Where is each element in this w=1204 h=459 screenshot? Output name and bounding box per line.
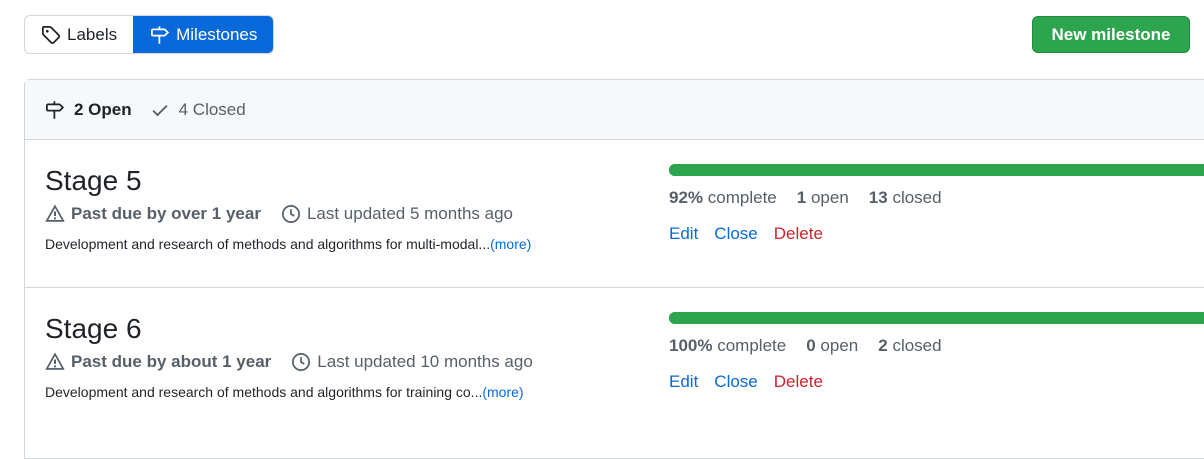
milestone-icon xyxy=(46,100,65,119)
tag-icon xyxy=(42,25,61,44)
milestone-item: Stage 6 Past due by about 1 year Last up… xyxy=(25,288,1204,436)
edit-link[interactable]: Edit xyxy=(669,224,698,244)
check-icon xyxy=(152,104,168,116)
milestone-description: Development and research of methods and … xyxy=(45,236,531,252)
open-issues-count: 1 xyxy=(796,188,807,207)
percent-complete: 100% complete xyxy=(669,336,786,356)
due-status: Past due by about 1 year xyxy=(71,352,272,371)
alert-icon xyxy=(45,204,65,222)
closed-word: closed xyxy=(892,188,942,207)
percent-complete: 92% complete xyxy=(669,188,777,208)
milestone-actions: Edit Close Delete xyxy=(669,372,823,392)
milestone-meta: Past due by over 1 year Last updated 5 m… xyxy=(45,204,513,224)
percent-value: 92% xyxy=(669,188,704,207)
clock-icon xyxy=(281,205,300,223)
alert-icon xyxy=(45,352,65,370)
milestone-meta: Past due by about 1 year Last updated 10… xyxy=(45,352,533,372)
clock-icon xyxy=(292,353,311,371)
close-link[interactable]: Close xyxy=(714,224,757,244)
closed-issues[interactable]: 2 closed xyxy=(878,336,941,356)
new-milestone-button[interactable]: New milestone xyxy=(1032,16,1190,53)
close-link[interactable]: Close xyxy=(714,372,757,392)
milestone-title[interactable]: Stage 5 xyxy=(45,164,142,198)
milestone-stats: 92% complete 1 open 13 closed xyxy=(669,188,942,208)
labels-milestones-subnav: Labels Milestones xyxy=(24,15,275,54)
progress-fill xyxy=(669,312,1204,324)
closed-issues[interactable]: 13 closed xyxy=(869,188,942,208)
percent-value: 100% xyxy=(669,336,713,355)
progress-fill xyxy=(669,164,1185,176)
complete-word: complete xyxy=(717,336,787,355)
milestone-item: Stage 5 Past due by over 1 year Last upd… xyxy=(25,140,1204,288)
last-updated: Last updated 5 months ago xyxy=(306,204,513,223)
open-count-label: 2 Open xyxy=(74,99,132,119)
complete-word: complete xyxy=(707,188,777,207)
open-issues[interactable]: 0 open xyxy=(806,336,858,356)
labels-tab-label: Labels xyxy=(67,24,118,44)
more-link[interactable]: (more) xyxy=(482,384,523,400)
open-issues[interactable]: 1 open xyxy=(797,188,849,208)
delete-link[interactable]: Delete xyxy=(774,224,823,244)
delete-link[interactable]: Delete xyxy=(774,372,823,392)
milestone-stats: 100% complete 0 open 2 closed xyxy=(669,336,942,356)
progress-bar xyxy=(669,312,1204,324)
milestones-list: 2 Open 4 Closed Stage 5 Past due by over… xyxy=(24,79,1204,459)
milestone-title[interactable]: Stage 6 xyxy=(45,312,142,346)
more-link[interactable]: (more) xyxy=(490,236,531,252)
milestone-actions: Edit Close Delete xyxy=(669,224,823,244)
milestones-list-header: 2 Open 4 Closed xyxy=(25,80,1204,140)
closed-issues-count: 13 xyxy=(868,188,888,207)
open-milestones-filter[interactable]: 2 Open xyxy=(45,100,132,120)
description-text: Development and research of methods and … xyxy=(45,384,483,400)
due-status: Past due by over 1 year xyxy=(71,204,261,223)
milestones-tab[interactable]: Milestones xyxy=(133,16,274,53)
progress-bar xyxy=(669,164,1204,176)
milestones-tab-label: Milestones xyxy=(176,24,258,44)
last-updated: Last updated 10 months ago xyxy=(317,352,533,371)
open-word: open xyxy=(820,336,859,355)
milestone-icon xyxy=(151,25,170,44)
closed-count-label: 4 Closed xyxy=(178,99,246,119)
milestone-description: Development and research of methods and … xyxy=(45,384,524,400)
closed-word: closed xyxy=(892,336,942,355)
labels-tab[interactable]: Labels xyxy=(25,16,133,53)
open-issues-count: 0 xyxy=(806,336,816,355)
description-text: Development and research of methods and … xyxy=(45,236,491,252)
open-word: open xyxy=(810,188,849,207)
edit-link[interactable]: Edit xyxy=(669,372,698,392)
closed-issues-count: 2 xyxy=(878,336,888,355)
closed-milestones-filter[interactable]: 4 Closed xyxy=(150,100,246,120)
